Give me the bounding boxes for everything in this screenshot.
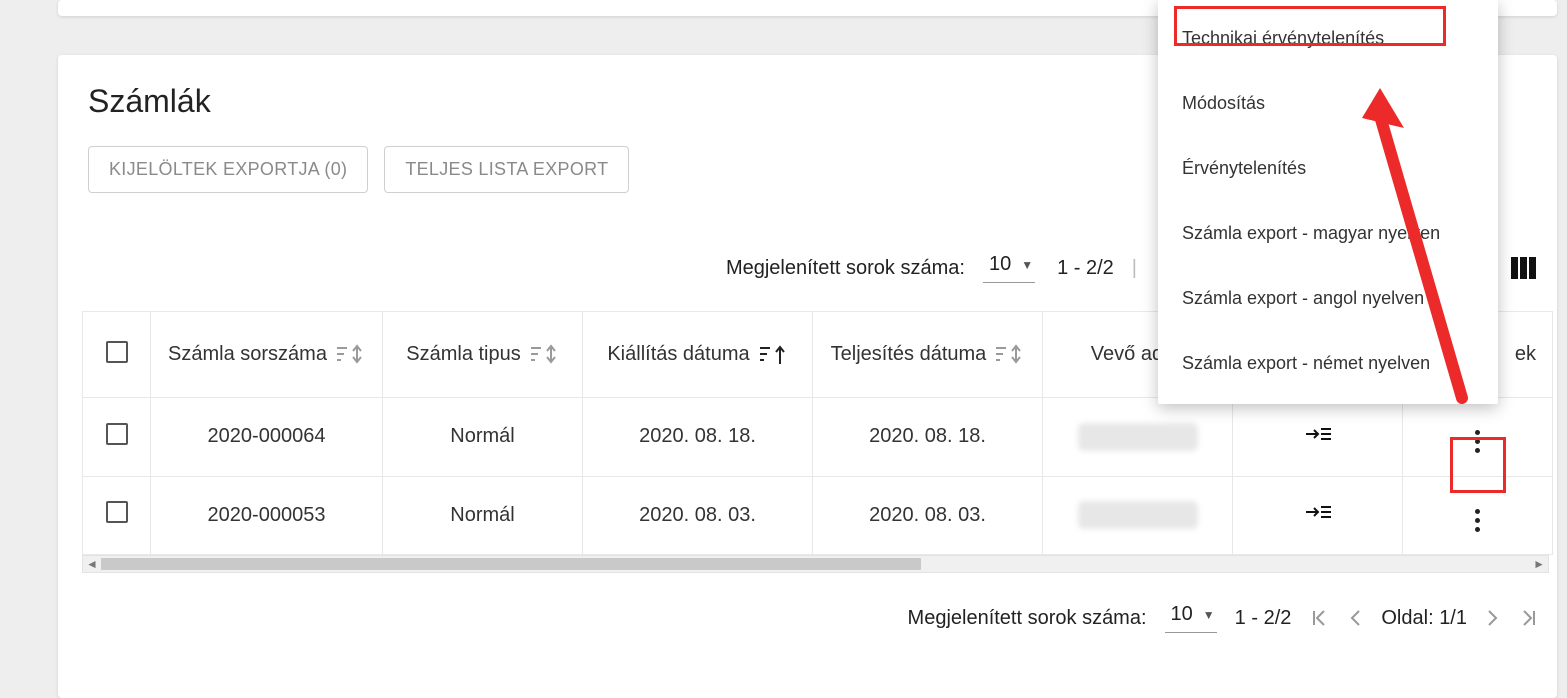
menu-item-export-de[interactable]: Számla export - német nyelven [1158, 331, 1498, 396]
scroll-right-icon[interactable]: ► [1533, 557, 1545, 571]
cell-invoice-number: 2020-000053 [151, 476, 383, 555]
rows-range: 1 - 2/2 [1057, 257, 1114, 280]
menu-item-void[interactable]: Érvénytelenítés [1158, 136, 1498, 201]
col-invoice-number: Számla sorszáma [168, 343, 327, 366]
col-issue-date: Kiállítás dátuma [607, 343, 749, 366]
menu-item-technical-void[interactable]: Technikai érvénytelenítés [1158, 6, 1498, 71]
menu-item-export-en[interactable]: Számla export - angol nyelven [1158, 266, 1498, 331]
scroll-thumb[interactable] [101, 558, 921, 570]
cell-invoice-type: Normál [383, 476, 583, 555]
chevron-down-icon: ▼ [1203, 608, 1215, 622]
table-row: 2020-000053 Normál 2020. 08. 03. 2020. 0… [83, 476, 1553, 555]
cell-issue-date: 2020. 08. 18. [583, 398, 813, 477]
horizontal-scrollbar[interactable]: ◄ ► [82, 555, 1549, 573]
rows-per-page-value: 10 [989, 253, 1011, 276]
cell-fulfilment-date: 2020. 08. 03. [813, 476, 1043, 555]
row-context-menu: Technikai érvénytelenítés Módosítás Érvé… [1158, 0, 1498, 404]
chevron-down-icon: ▼ [1021, 258, 1033, 272]
columns-icon[interactable] [1511, 257, 1537, 279]
rows-per-page-select-bottom[interactable]: 10 ▼ [1165, 603, 1217, 633]
cell-buyer-tax [1043, 476, 1233, 555]
rows-per-page-label-bottom: Megjelenített sorok száma: [908, 607, 1147, 630]
sort-icon[interactable] [996, 344, 1024, 366]
menu-item-modify[interactable]: Módosítás [1158, 71, 1498, 136]
first-page-icon[interactable] [1309, 608, 1329, 628]
export-selected-button[interactable]: KIJELÖLTEK EXPORTJA (0) [88, 146, 368, 193]
col-invoice-type: Számla tipus [406, 343, 521, 366]
rows-per-page-label: Megjelenített sorok száma: [726, 257, 965, 280]
row-checkbox[interactable] [106, 423, 128, 445]
select-all-checkbox[interactable] [106, 341, 128, 363]
col-actions-suffix: ek [1515, 343, 1536, 366]
cell-issue-date: 2020. 08. 03. [583, 476, 813, 555]
last-page-icon[interactable] [1519, 608, 1539, 628]
row-menu-button[interactable] [1464, 428, 1492, 456]
sort-icon[interactable] [337, 344, 365, 366]
cell-invoice-number: 2020-000064 [151, 398, 383, 477]
export-all-button[interactable]: TELJES LISTA EXPORT [384, 146, 629, 193]
sort-asc-icon[interactable] [760, 344, 788, 366]
cell-line-action[interactable] [1233, 398, 1403, 477]
rows-per-page-value-bottom: 10 [1171, 603, 1193, 626]
col-fulfilment-date: Teljesítés dátuma [831, 343, 987, 366]
rows-per-page-select[interactable]: 10 ▼ [983, 253, 1035, 283]
cell-invoice-type: Normál [383, 398, 583, 477]
sort-icon[interactable] [531, 344, 559, 366]
next-page-icon[interactable] [1485, 608, 1501, 628]
rows-range-bottom: 1 - 2/2 [1235, 607, 1292, 630]
table-row: 2020-000064 Normál 2020. 08. 18. 2020. 0… [83, 398, 1553, 477]
page-label: Oldal: 1/1 [1381, 607, 1467, 630]
row-menu-button[interactable] [1464, 506, 1492, 534]
menu-item-export-hu[interactable]: Számla export - magyar nyelven [1158, 201, 1498, 266]
scroll-left-icon[interactable]: ◄ [86, 557, 98, 571]
prev-page-icon[interactable] [1347, 608, 1363, 628]
cell-buyer-tax [1043, 398, 1233, 477]
divider: | [1132, 257, 1137, 280]
cell-fulfilment-date: 2020. 08. 18. [813, 398, 1043, 477]
row-checkbox[interactable] [106, 501, 128, 523]
cell-line-action[interactable] [1233, 476, 1403, 555]
